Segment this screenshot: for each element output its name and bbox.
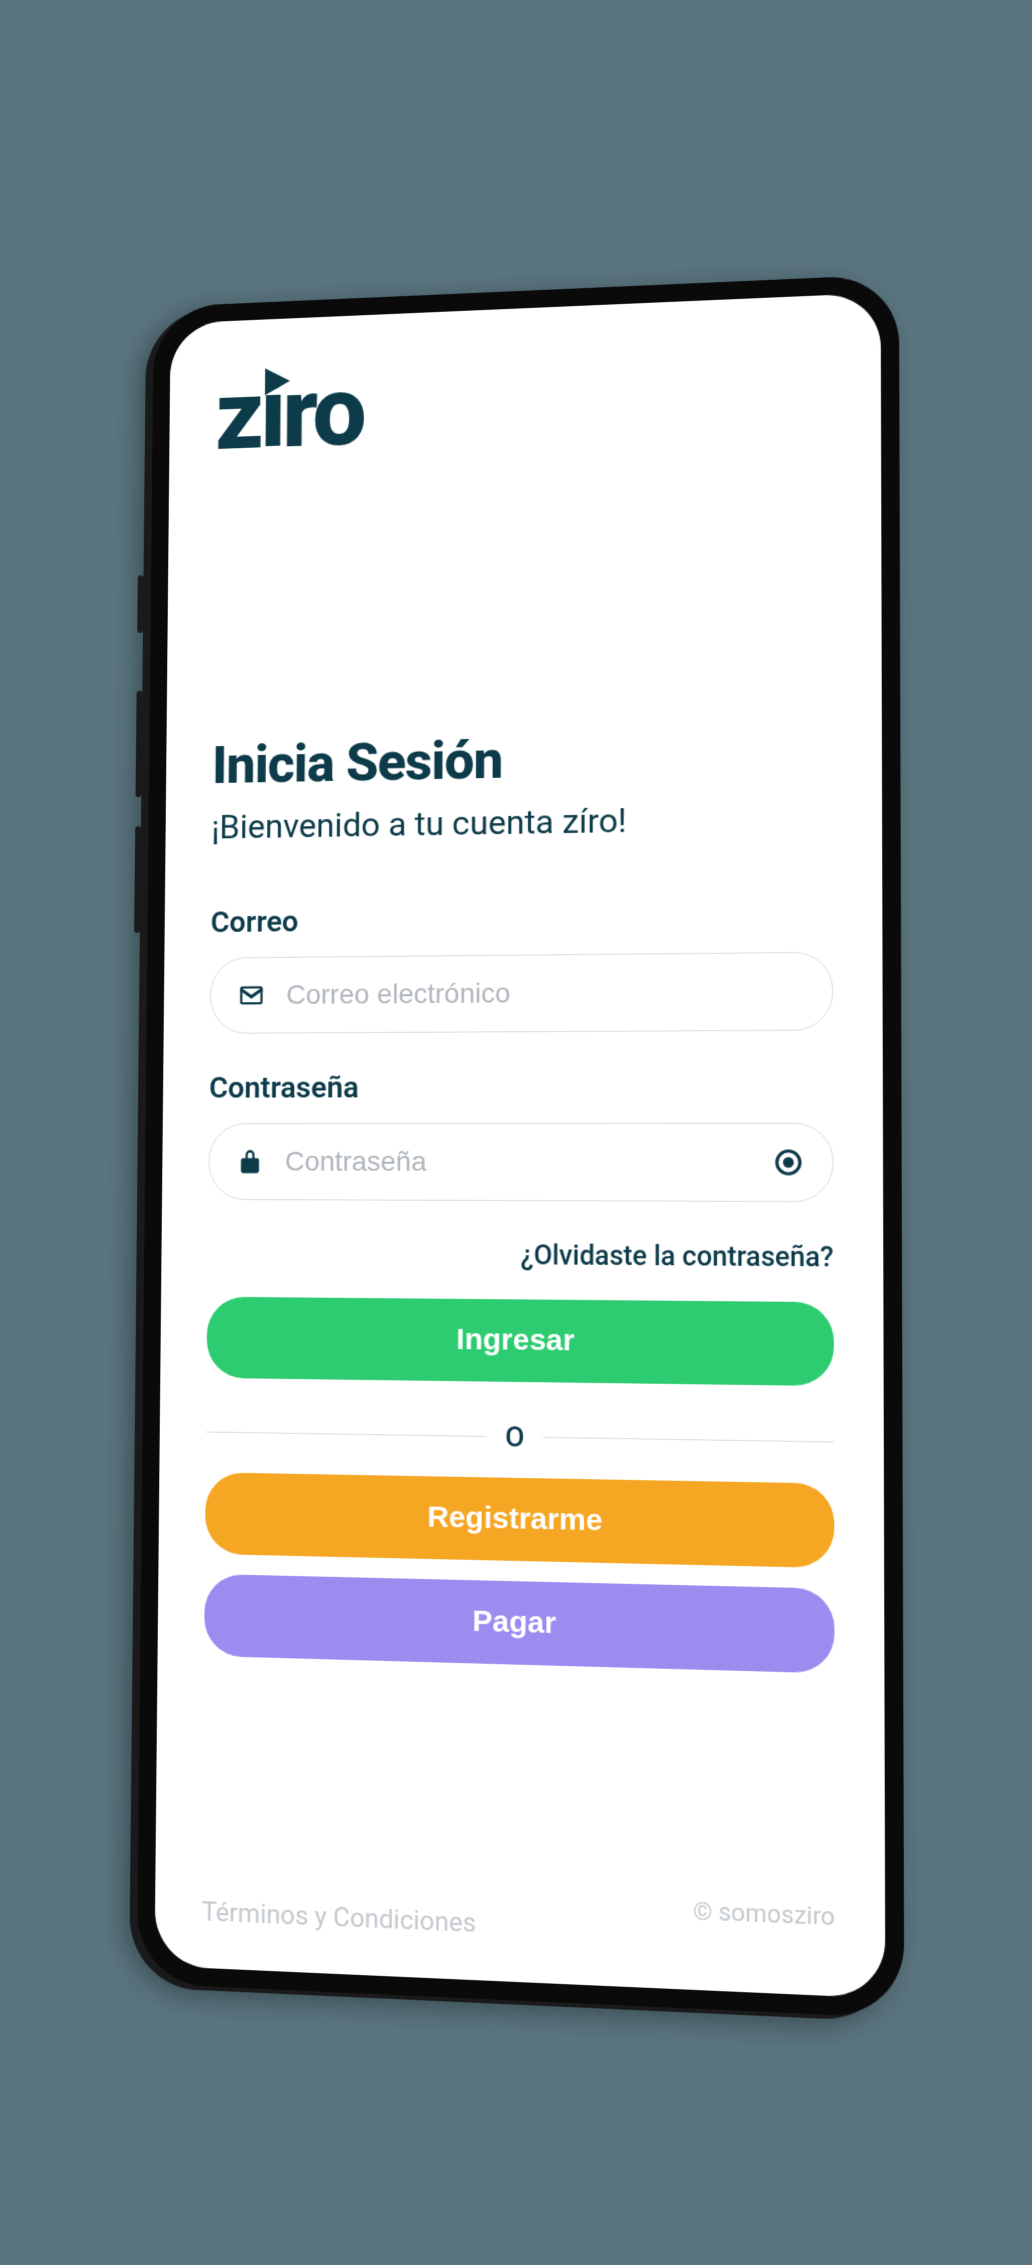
divider-line-left — [206, 1431, 487, 1437]
pay-button[interactable]: Pagar — [204, 1573, 834, 1673]
email-form-group: Correo — [210, 898, 834, 1034]
phone-volume-up — [136, 690, 143, 796]
terms-link[interactable]: Términos y Condiciones — [202, 1897, 477, 1939]
email-label: Correo — [210, 898, 833, 940]
email-field[interactable] — [286, 975, 803, 1011]
phone-mockup-frame: ziro Inicia Sesión ¡Bienvenido a tu cuen… — [137, 274, 904, 2018]
email-input-wrapper[interactable] — [210, 951, 834, 1033]
page-title: Inicia Sesión — [212, 722, 833, 796]
divider-text: O — [505, 1420, 524, 1454]
envelope-icon — [238, 981, 265, 1009]
phone-volume-down — [134, 826, 141, 933]
logo-container: ziro — [215, 344, 832, 465]
divider-line-right — [543, 1436, 835, 1442]
logo-triangle-icon — [265, 367, 290, 395]
password-field[interactable] — [285, 1145, 773, 1178]
phone-screen: ziro Inicia Sesión ¡Bienvenido a tu cuen… — [155, 292, 886, 1998]
phone-side-button — [137, 575, 143, 633]
brand-logo: ziro — [215, 344, 832, 465]
forgot-password-link[interactable]: ¿Olvidaste la contraseña? — [208, 1237, 834, 1273]
login-form-section: Inicia Sesión ¡Bienvenido a tu cuenta zí… — [204, 722, 835, 1694]
page-subtitle: ¡Bienvenido a tu cuenta zíro! — [211, 797, 833, 847]
copyright: © somosziro — [693, 1896, 835, 1931]
footer: Términos y Condiciones © somosziro — [202, 1675, 835, 1953]
password-input-wrapper[interactable] — [208, 1122, 833, 1201]
lock-icon — [236, 1147, 263, 1175]
eye-icon[interactable] — [773, 1147, 804, 1177]
password-form-group: Contraseña — [208, 1069, 833, 1202]
password-label: Contraseña — [209, 1069, 833, 1105]
login-button[interactable]: Ingresar — [207, 1296, 834, 1385]
or-divider: O — [206, 1415, 834, 1458]
register-button[interactable]: Registrarme — [205, 1472, 834, 1568]
